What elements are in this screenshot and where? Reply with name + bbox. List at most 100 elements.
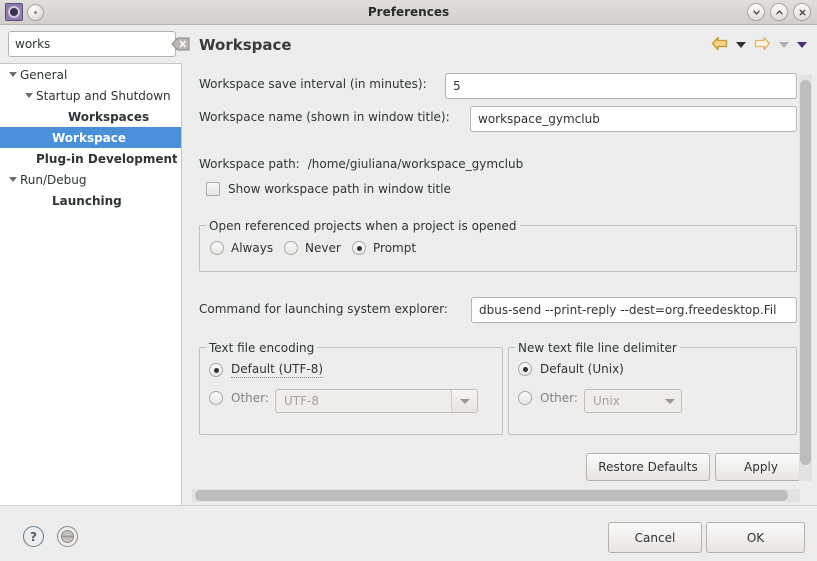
back-history-chevron-icon[interactable] — [736, 42, 746, 48]
triangle-down-icon — [9, 72, 17, 77]
filter-preferences-icon-inner — [61, 530, 74, 543]
main-panel: Workspace Workspace save interval (in mi… — [190, 25, 817, 505]
open-referenced-projects-group: Open referenced projects when a project … — [199, 219, 797, 272]
main-hscroll-thumb[interactable] — [195, 490, 788, 501]
apply-button[interactable]: Apply — [715, 453, 803, 481]
minimize-button[interactable] — [747, 3, 765, 21]
encoding-radio-other-dot[interactable] — [209, 391, 223, 405]
window-controls — [747, 3, 811, 21]
encoding-radio-other-label: Other: — [231, 391, 269, 405]
open-referenced-projects-title: Open referenced projects when a project … — [206, 219, 520, 233]
encoding-radio-default[interactable]: Default (UTF-8) — [209, 362, 324, 378]
workspace-path-value: /home/giuliana/workspace_gymclub — [307, 157, 524, 171]
view-menu-chevron-icon[interactable] — [797, 42, 807, 48]
tree-expander-icon[interactable] — [6, 64, 20, 85]
chevron-down-icon[interactable] — [451, 390, 477, 412]
line-delimiter-title: New text file line delimiter — [515, 341, 680, 355]
workspace-name-value: workspace_gymclub — [478, 112, 600, 126]
cancel-button[interactable]: Cancel — [608, 522, 702, 553]
tree-expander-icon[interactable] — [6, 169, 20, 190]
open-referenced-radio-always-label: Always — [231, 241, 274, 255]
back-arrow-icon[interactable] — [711, 36, 728, 54]
triangle-down-icon — [9, 177, 17, 182]
window-menu-icon[interactable] — [27, 3, 44, 21]
chevron-up-icon — [775, 9, 783, 14]
main-horizontal-scrollbar[interactable] — [192, 489, 800, 502]
delimiter-radio-other-label: Other: — [540, 391, 578, 405]
tree-item-plug-in-development[interactable]: Plug-in Development — [0, 148, 181, 169]
open-referenced-radio-always-dot[interactable] — [210, 241, 224, 255]
workspace-name-input[interactable]: workspace_gymclub — [470, 106, 797, 132]
tree-item-label: Workspaces — [68, 109, 150, 124]
workspace-name-label: Workspace name (shown in window title): — [199, 110, 450, 124]
close-button[interactable] — [793, 3, 811, 21]
maximize-button[interactable] — [770, 3, 788, 21]
tree-rows: General Startup and Shutdown Workspaces Wor… — [0, 64, 181, 211]
encoding-radio-default-dot[interactable] — [209, 363, 223, 377]
encoding-radio-other[interactable]: Other: — [209, 391, 269, 405]
tree-item-workspace[interactable]: Workspace — [0, 127, 181, 148]
tree-item-workspaces[interactable]: Workspaces — [0, 106, 181, 127]
workspace-name-row: Workspace name (shown in window title): — [199, 110, 450, 124]
restore-defaults-button[interactable]: Restore Defaults — [586, 453, 710, 481]
system-explorer-input[interactable]: dbus-send --print-reply --dest=org.freed… — [471, 297, 797, 323]
open-referenced-radio-never-dot[interactable] — [284, 241, 298, 255]
ok-label: OK — [746, 530, 765, 545]
save-interval-label: Workspace save interval (in minutes): — [199, 77, 427, 91]
filter-preferences-icon[interactable] — [57, 526, 78, 547]
system-explorer-label: Command for launching system explorer: — [199, 302, 448, 316]
delimiter-radio-other[interactable]: Other: — [518, 391, 578, 405]
delimiter-radio-default-label: Default (Unix) — [540, 362, 624, 376]
clear-backspace-icon[interactable] — [171, 37, 190, 51]
tree-item-label: Startup and Shutdown — [36, 88, 171, 103]
line-delimiter-group: New text file line delimiter Default (Un… — [508, 341, 797, 435]
apply-label: Apply — [744, 460, 778, 474]
tree-item-launching[interactable]: Launching — [0, 190, 181, 211]
delimiter-other-combo[interactable]: Unix — [584, 389, 682, 413]
open-referenced-radio-never[interactable]: Never — [284, 241, 341, 255]
open-referenced-radio-prompt[interactable]: Prompt — [352, 241, 416, 255]
save-interval-row: Workspace save interval (in minutes): — [199, 77, 427, 91]
text-file-encoding-title: Text file encoding — [206, 341, 318, 355]
triangle-down-icon — [25, 93, 33, 98]
delimiter-radio-other-dot[interactable] — [518, 391, 532, 405]
save-interval-input[interactable]: 5 — [445, 73, 797, 99]
main-vertical-scrollbar[interactable] — [799, 75, 812, 481]
preference-page-content: Workspace save interval (in minutes): 5 … — [190, 69, 803, 489]
delimiter-other-combo-value: Unix — [593, 394, 620, 408]
tree-item-general[interactable]: General — [0, 64, 181, 85]
title-bar-left-icons — [0, 3, 44, 21]
tree-item-label: Plug-in Development — [36, 151, 177, 166]
show-workspace-path-checkbox[interactable]: Show workspace path in window title — [206, 182, 451, 196]
open-referenced-radio-prompt-dot[interactable] — [352, 241, 366, 255]
delimiter-radio-default[interactable]: Default (Unix) — [518, 362, 624, 376]
search-box[interactable] — [8, 31, 190, 57]
preferences-tree[interactable]: General Startup and Shutdown Workspaces Wor… — [0, 63, 182, 511]
open-referenced-radio-always[interactable]: Always — [210, 241, 273, 255]
forward-history-chevron-icon[interactable] — [779, 42, 789, 48]
forward-arrow-icon[interactable] — [754, 36, 771, 54]
ok-button[interactable]: OK — [706, 522, 805, 553]
tree-item-label: General — [20, 67, 68, 82]
system-explorer-row: Command for launching system explorer: — [199, 302, 448, 316]
tree-item-startup-and-shutdown[interactable]: Startup and Shutdown — [0, 85, 181, 106]
save-interval-value: 5 — [453, 79, 461, 93]
encoding-other-combo-value: UTF-8 — [284, 394, 319, 408]
cancel-label: Cancel — [634, 530, 676, 545]
delimiter-radio-default-dot[interactable] — [518, 362, 532, 376]
tree-expander-icon[interactable] — [22, 85, 36, 106]
eclipse-icon-gear — [8, 6, 20, 18]
left-panel: General Startup and Shutdown Workspaces Wor… — [0, 25, 190, 511]
show-workspace-path-checkbox-box[interactable] — [206, 182, 220, 196]
window-title: Preferences — [367, 5, 450, 19]
encoding-other-combo[interactable]: UTF-8 — [275, 389, 478, 413]
help-question-icon[interactable]: ? — [23, 526, 44, 547]
main-vscroll-thumb[interactable] — [800, 80, 811, 465]
chevron-down-icon[interactable] — [659, 390, 681, 412]
search-input[interactable] — [9, 32, 171, 56]
tree-item-run-debug[interactable]: Run/Debug — [0, 169, 181, 190]
eclipse-icon — [5, 3, 23, 21]
